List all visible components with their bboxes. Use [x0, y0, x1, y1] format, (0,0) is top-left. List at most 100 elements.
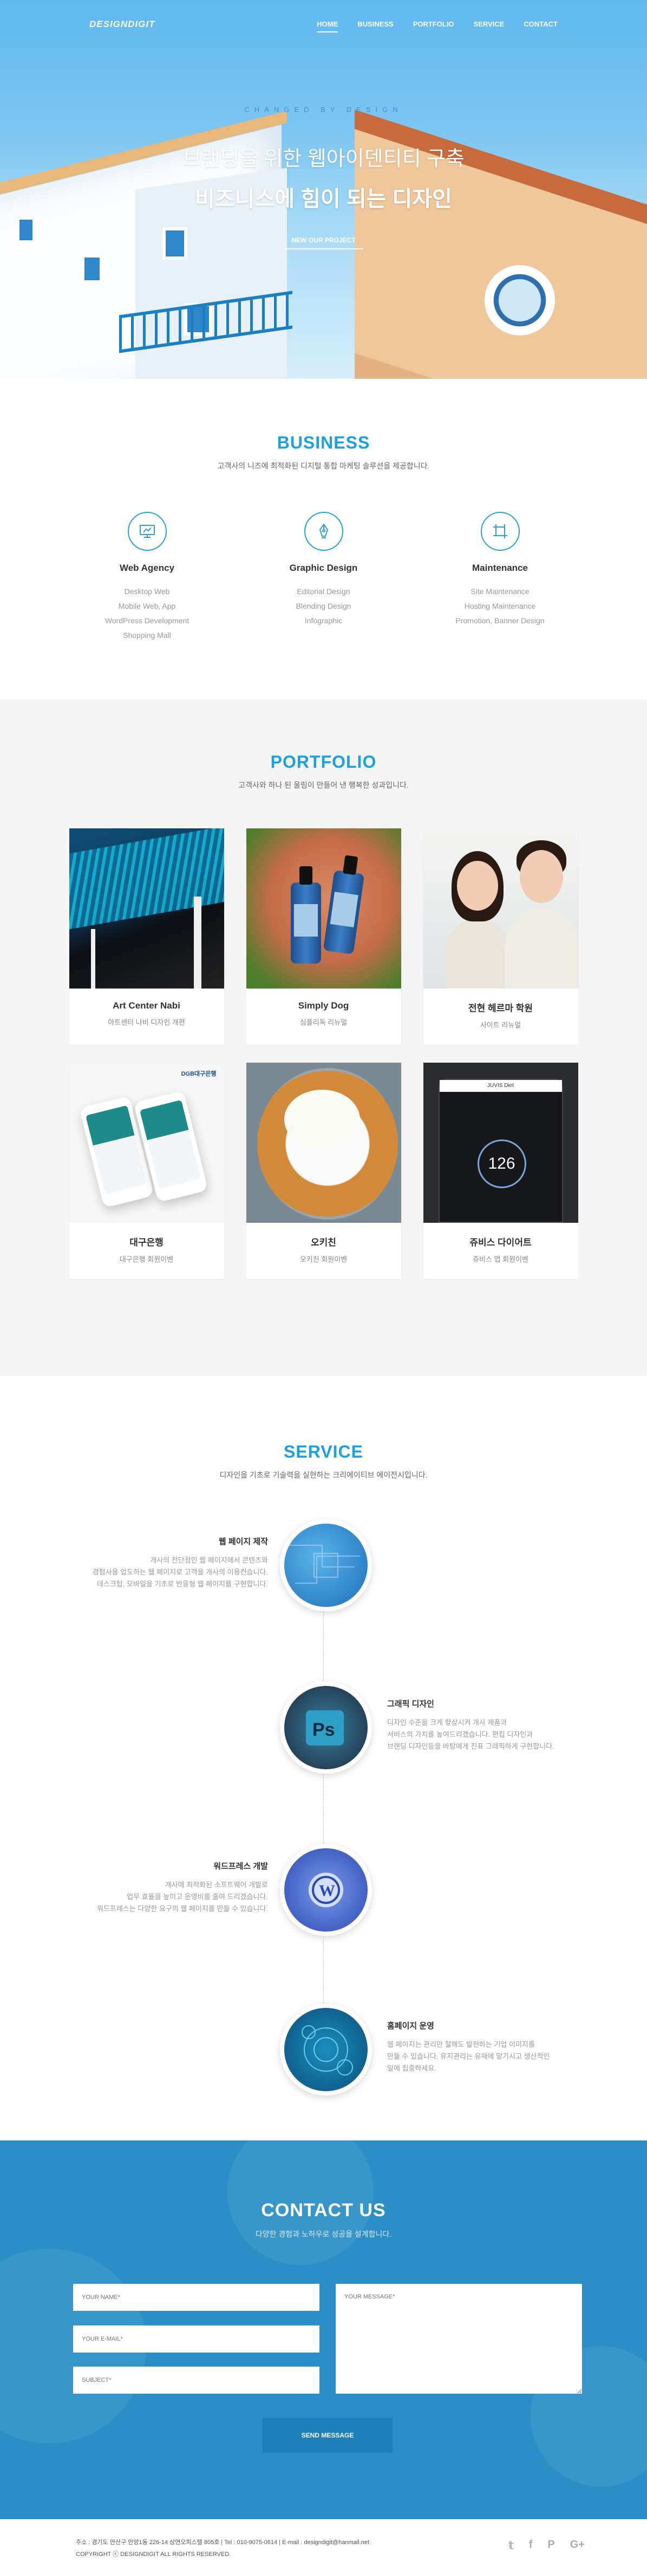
portfolio-image [246, 828, 401, 989]
hero-window [81, 254, 103, 284]
twitter-icon[interactable]: 𝕥 [508, 2539, 513, 2552]
facebook-icon[interactable]: f [529, 2539, 533, 2552]
business-item-name: Web Agency [119, 563, 175, 573]
google-plus-icon[interactable]: G+ [570, 2539, 585, 2552]
business-item-line: WordPress Development [104, 616, 189, 625]
business-item-line: Editorial Design [297, 587, 350, 596]
hero-tagline: CHANGED BY DESIGN [244, 106, 403, 114]
bank-logo: DGB대구은행 [181, 1071, 217, 1077]
hero-text: CHANGED BY DESIGN 브랜딩을 위한 웹아이덴티티 구축 비즈니스… [0, 106, 647, 249]
service-item-name: 그래픽 디자인 [387, 1699, 434, 1709]
wordpress-illustration: W [280, 1844, 372, 1936]
site-logo[interactable]: DESIGNDIGIT [89, 19, 317, 30]
portfolio-card[interactable]: 오키친 오키친 회원이벤 [246, 1063, 401, 1279]
business-item-name: Maintenance [472, 563, 528, 573]
portfolio-card-subtitle: 아트센터 나비 디자인 개편 [108, 1018, 185, 1026]
portfolio-card-subtitle: 오키친 회원이벤 [299, 1255, 348, 1263]
portfolio-card-title: 쥬비스 다이어트 [469, 1237, 532, 1248]
business-item-line: Hosting Maintenance [464, 602, 536, 610]
footer: 주소 : 경기도 안산구 안양1동 226-14 상연오피스텔 805호 | T… [0, 2519, 647, 2576]
business-item-line: Infographic [304, 616, 343, 625]
portfolio-card[interactable]: JUVIS Diet 126 쥬비스 다이어트 쥬비스 앱 회원이벤 [423, 1063, 578, 1279]
portfolio-card[interactable]: Art Center Nabi 아트센터 나비 디자인 개편 [69, 828, 224, 1045]
nav-item-contact[interactable]: CONTACT [524, 17, 558, 32]
business-item: Maintenance Site Maintenance Hosting Mai… [412, 512, 589, 643]
hero-subheadline: 비즈니스에 힘이 되는 디자인 [195, 187, 452, 211]
portfolio-image [423, 828, 578, 989]
send-message-button[interactable]: SEND MESSAGE [263, 2418, 393, 2453]
service-subtitle: 디자인을 기초로 기술력을 실현하는 크리에이티브 에이전시입니다. [219, 1471, 428, 1479]
pinterest-icon[interactable]: P [547, 2539, 554, 2552]
service-timeline [323, 1538, 324, 2025]
portfolio-card-title: Simply Dog [298, 1000, 349, 1011]
portfolio-title: PORTFOLIO [270, 752, 377, 772]
portfolio-card-title: 전현 헤르마 학원 [468, 1003, 533, 1013]
portfolio-card-subtitle: 심플리독 리뉴얼 [299, 1018, 348, 1026]
hero-round-window [485, 265, 555, 335]
service-item-desc: 경험사용 업도하는 웹 페이지로 고객을 개사의 이용컨습니다. [92, 1568, 268, 1576]
nav-item-business[interactable]: BUSINESS [357, 17, 393, 32]
service-item-desc: 서비스의 가치를 높여드리겠습니다. 편집 디자인과 [387, 1730, 533, 1738]
social-links: 𝕥 f P G+ [508, 2539, 585, 2552]
footer-info: 주소 : 경기도 안산구 안양1동 226-14 상연오피스텔 805호 | T… [76, 2539, 370, 2546]
portfolio-image: DGB대구은행 [69, 1063, 224, 1223]
portfolio-section: PORTFOLIO 고객사와 하나 된 울림이 만들어 낸 행복한 성과입니다.… [0, 699, 647, 1376]
portfolio-card[interactable]: DGB대구은행 대구은행 대구은행 회원이벤 [69, 1063, 224, 1279]
business-item: Graphic Design Editorial Design Blending… [236, 512, 412, 643]
business-grid: Web Agency Desktop Web Mobile Web, App W… [0, 512, 647, 643]
business-subtitle: 고객사의 니즈에 최적화된 디지털 통합 마케팅 솔루션을 제공합니다. [217, 462, 430, 470]
service-item-desc: 웹 페이지는 관리만 철해도 발전하는 기업 이미지를 [387, 2040, 535, 2048]
service-section: SERVICE 디자인을 기초로 기술력을 실현하는 크리에이티브 에이전시입니… [0, 1376, 647, 2140]
portfolio-image [69, 828, 224, 989]
business-section: BUSINESS 고객사의 니즈에 최적화된 디지털 통합 마케팅 솔루션을 제… [0, 379, 647, 699]
portfolio-image [246, 1063, 401, 1223]
service-item-desc: 업무 효율을 높이고 운영비를 줄여 드리겠습니다. [127, 1893, 268, 1901]
business-item: Web Agency Desktop Web Mobile Web, App W… [59, 512, 236, 643]
subject-field[interactable] [73, 2367, 319, 2394]
portfolio-card-title: 오키친 [311, 1237, 336, 1248]
web-page-illustration [280, 1519, 372, 1611]
nav-item-portfolio[interactable]: PORTFOLIO [413, 17, 454, 32]
nav-menu: HOME BUSINESS PORTFOLIO SERVICE CONTACT [317, 17, 558, 32]
nav-item-service[interactable]: SERVICE [474, 17, 505, 32]
portfolio-card-subtitle: 쥬비스 앱 회원이벤 [473, 1255, 528, 1263]
site-operation-illustration [280, 2004, 372, 2096]
portfolio-card-subtitle: 대구은행 회원이벤 [119, 1255, 174, 1263]
message-field[interactable] [336, 2284, 582, 2394]
business-item-line: Mobile Web, App [118, 602, 176, 610]
service-item-desc: 개사에 최적화된 소프트웨어 개발로 [165, 1881, 268, 1889]
business-item-name: Graphic Design [289, 563, 358, 573]
service-item-desc: 데스크탑, 모바일을 기초로 반응형 웹 페이지를 구현합니다. [97, 1580, 268, 1588]
service-item-desc: 브랜딩 디자인등을 바탕에게 진표 그래픽하게 구현합니다. [387, 1742, 554, 1750]
service-item-desc: 만들 수 있습니다. 유지관리는 유재에 맡기시고 생산적인 [387, 2052, 550, 2060]
business-item-line: Desktop Web [124, 587, 170, 596]
email-field[interactable] [73, 2325, 319, 2353]
business-item-line: Promotion, Banner Design [455, 616, 545, 625]
service-item-name: 워드프레스 개발 [213, 1862, 268, 1871]
service-item-name: 홈페이지 운영 [387, 2021, 434, 2031]
portfolio-grid: Art Center Nabi 아트센터 나비 디자인 개편 Simply Do… [69, 828, 578, 1279]
nav-item-home[interactable]: HOME [317, 17, 338, 32]
app-value: 126 [477, 1139, 526, 1188]
portfolio-image: JUVIS Diet 126 [423, 1063, 578, 1223]
business-item-line: Blending Design [296, 602, 351, 610]
portfolio-card-title: 대구은행 [129, 1237, 164, 1248]
name-field[interactable] [73, 2284, 319, 2311]
service-item-desc: 워드프레스는 다양한 요구의 웹 페이지를 만들 수 있습니다. [97, 1905, 268, 1913]
hero-cta-button[interactable]: NEW OUR PROJECT [284, 232, 363, 249]
service-item-desc: 일에 집중하세요. [387, 2064, 436, 2072]
service-item-desc: 디자인 수준을 크게 향상시켜 개사 제품과 [387, 1718, 507, 1727]
hero-headline: 브랜딩을 위한 웹아이덴티티 구축 [182, 148, 465, 170]
graphic-design-illustration: Ps [280, 1682, 372, 1774]
business-item-line: Shopping Mall [123, 631, 171, 640]
app-header: JUVIS Diet [439, 1080, 562, 1092]
service-item-desc: 개사의 전단점인 웹 페이지에서 콘텐츠와 [150, 1556, 268, 1564]
portfolio-card-title: Art Center Nabi [113, 1000, 180, 1011]
business-item-line: Site Maintenance [470, 587, 530, 596]
business-title: BUSINESS [277, 433, 370, 452]
footer-copyright: COPYRIGHT ⓒ DESIGNDIGIT ALL RIGHTS RESER… [76, 2551, 231, 2558]
portfolio-card[interactable]: 전현 헤르마 학원 사이트 리뉴얼 [423, 828, 578, 1045]
svg-text:Ps: Ps [312, 1719, 335, 1740]
portfolio-card[interactable]: Simply Dog 심플리독 리뉴얼 [246, 828, 401, 1045]
pen-nib-icon [304, 512, 343, 551]
